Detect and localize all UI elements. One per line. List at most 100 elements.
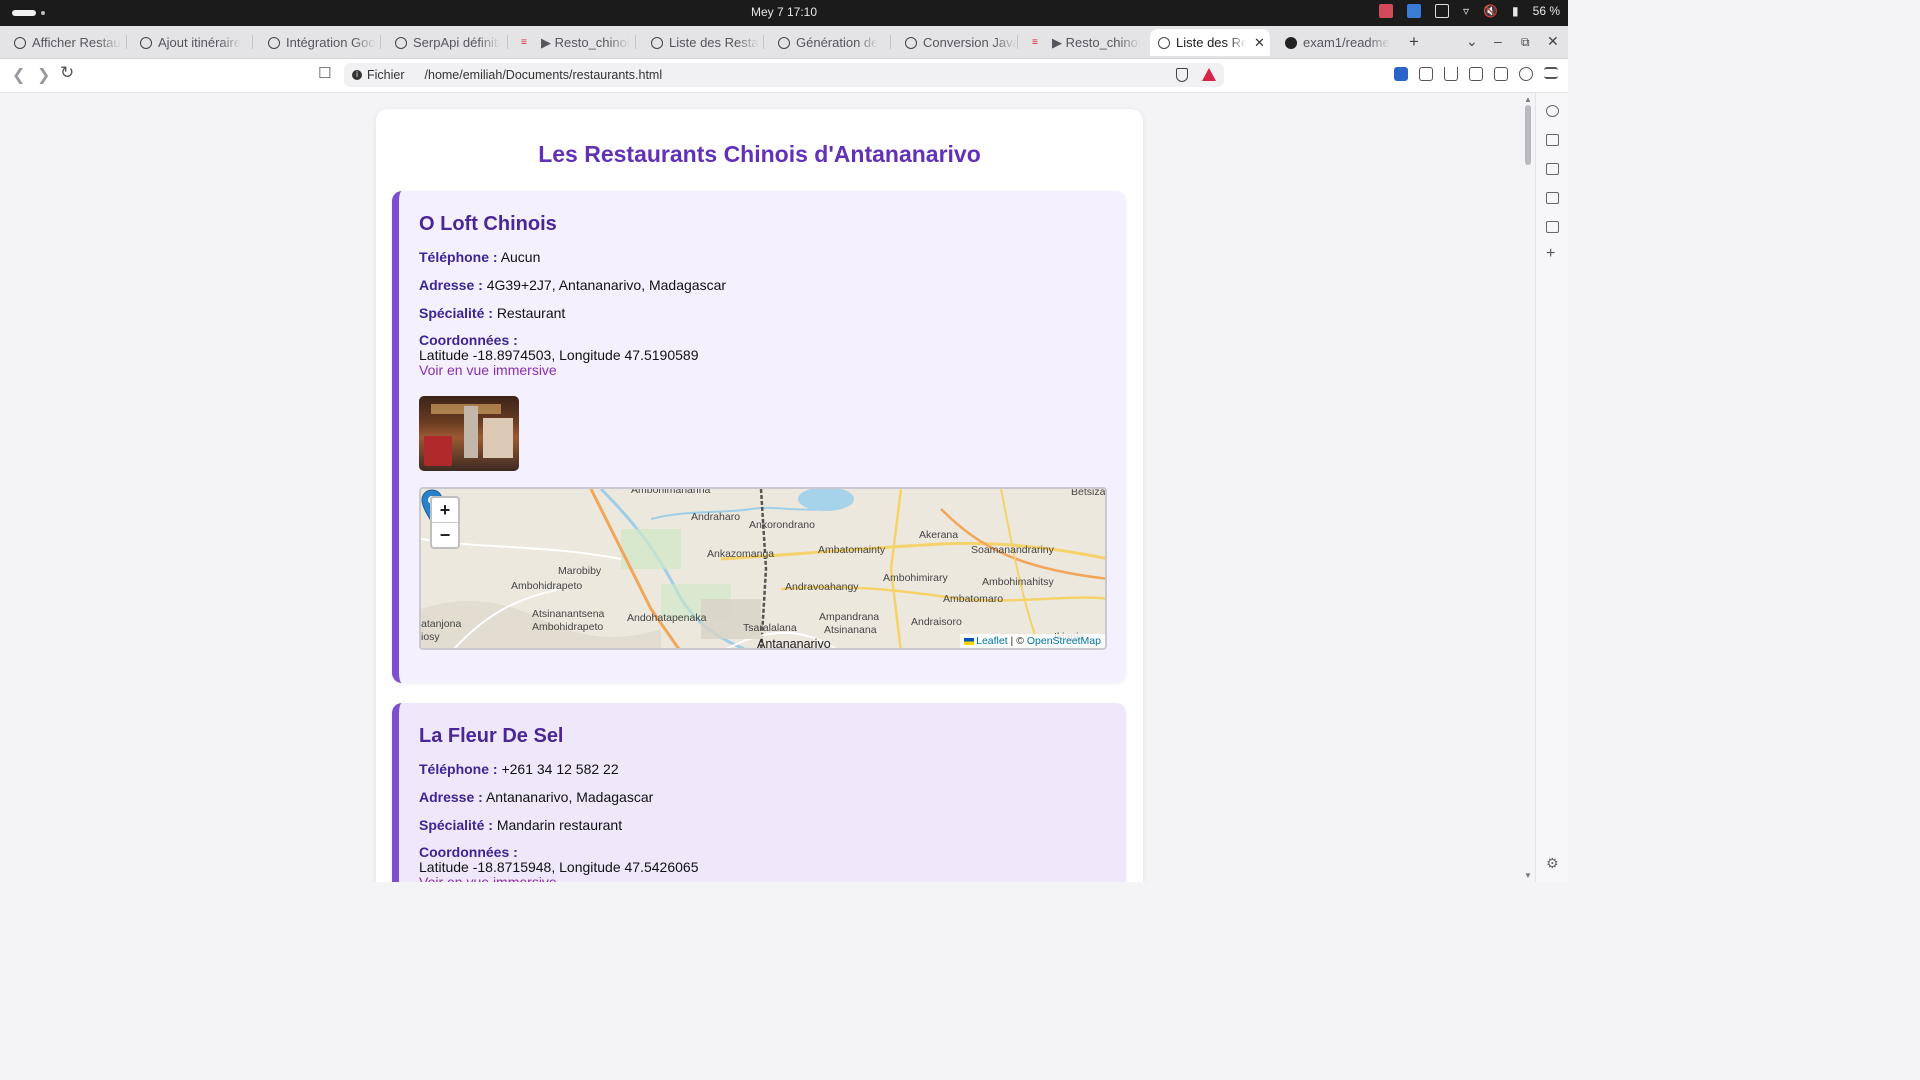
bookmark-icon[interactable]: ☐ xyxy=(318,64,331,82)
tab[interactable]: SerpApi définiti xyxy=(395,29,508,56)
tab[interactable]: Conversion Java xyxy=(905,29,1018,56)
battery-level: 56 % xyxy=(1532,4,1560,18)
restore-icon[interactable]: ⧉ xyxy=(1521,35,1530,50)
chatgpt-icon xyxy=(778,36,790,49)
brave-shield-icon[interactable] xyxy=(1176,68,1188,82)
specialty-value: Mandarin restaurant xyxy=(496,817,623,833)
media-icon[interactable] xyxy=(1546,134,1559,146)
map-place-label: Atsinanantsena xyxy=(532,608,605,620)
scroll-thumb[interactable] xyxy=(1525,105,1531,165)
zoom-in-button[interactable]: + xyxy=(432,498,458,522)
tab[interactable]: exam1/readme xyxy=(1285,29,1397,56)
screen-share-icon[interactable] xyxy=(1435,4,1450,18)
restaurant-name: La Fleur De Sel xyxy=(419,725,564,747)
battery-icon: ▮ xyxy=(1512,4,1519,18)
map-place-label: Ankorondrano xyxy=(749,519,815,531)
phone-row: Téléphone : +261 34 12 582 22 xyxy=(419,761,619,777)
download-indicator-icon[interactable] xyxy=(1407,4,1422,18)
map-place-label: Soamanandrariny xyxy=(971,544,1054,556)
attribution-separator: | © xyxy=(1007,635,1027,647)
address-bar[interactable]: i Fichier /home/emiliah/Documents/restau… xyxy=(344,63,1224,87)
tab-title: Liste des Re xyxy=(1176,35,1246,50)
add-panel-icon[interactable]: + xyxy=(1546,245,1555,263)
restaurant-name: O Loft Chinois xyxy=(419,213,557,235)
map-place-label: Ambohidrapeto xyxy=(511,580,583,592)
menu-icon[interactable] xyxy=(1544,67,1558,79)
tab[interactable]: ≡ ▶ Resto_chinoi xyxy=(521,29,636,56)
phone-label: Téléphone : xyxy=(419,249,498,265)
scroll-up-icon[interactable]: ▲ xyxy=(1524,95,1532,104)
immersive-view-link[interactable]: Voir en vue immersive xyxy=(419,363,698,378)
phone-label: Téléphone : xyxy=(419,761,498,777)
leaflet-map[interactable]: Ambohimanarina Betsizaraina Andraharo An… xyxy=(419,487,1107,650)
back-icon[interactable]: ❮ xyxy=(12,65,25,85)
map-city-label: Antananarivo xyxy=(757,637,831,650)
tab[interactable]: Ajout itinéraire xyxy=(140,29,253,56)
globe-icon xyxy=(651,36,663,49)
tab[interactable]: Afficher Restau xyxy=(14,29,127,56)
app-indicator-icon[interactable] xyxy=(1379,4,1394,18)
address-row: Adresse : Antananarivo, Madagascar xyxy=(419,789,653,805)
tab[interactable]: Génération de xyxy=(778,29,891,56)
extensions-puzzle-icon[interactable] xyxy=(1419,67,1433,81)
chatgpt-icon xyxy=(14,36,26,49)
map-place-label: Atsinanana xyxy=(824,624,877,636)
downloads-icon[interactable] xyxy=(1444,67,1458,81)
url-text[interactable]: /home/emiliah/Documents/restaurants.html xyxy=(425,68,663,82)
map-place-label: Marobiby xyxy=(558,565,602,577)
wallet-icon[interactable] xyxy=(1494,67,1508,81)
minimize-icon[interactable]: – xyxy=(1494,33,1502,49)
new-tab-button[interactable]: + xyxy=(1409,32,1419,52)
coordinates-label: Coordonnées : xyxy=(419,332,518,348)
address-label: Adresse : xyxy=(419,789,483,805)
close-tab-icon[interactable]: ✕ xyxy=(1254,35,1265,51)
map-place-label: Ankazomanga xyxy=(707,548,775,560)
immersive-view-link[interactable]: Voir en vue immersive xyxy=(419,875,698,883)
sidebar-toggle-icon[interactable] xyxy=(1469,67,1483,81)
tab-title: ▶ Resto_chinoi xyxy=(1052,34,1141,50)
page-viewport[interactable]: Les Restaurants Chinois d'Antananarivo O… xyxy=(0,93,1521,882)
leo-assistant-icon[interactable] xyxy=(1546,105,1559,117)
tab[interactable]: Intégration Goo xyxy=(268,29,381,56)
page-scrollbar[interactable]: ▲ ▼ xyxy=(1521,93,1535,882)
restaurant-photo[interactable] xyxy=(419,396,519,471)
settings-gear-icon[interactable]: ⚙ xyxy=(1546,855,1559,872)
photo-doorway xyxy=(483,418,513,458)
globe-icon xyxy=(1158,36,1170,49)
ukraine-flag-icon xyxy=(964,637,975,645)
leaflet-link[interactable]: Leaflet xyxy=(976,635,1008,647)
close-window-icon[interactable]: ✕ xyxy=(1547,33,1559,50)
coordinates-value: Latitude -18.8715948, Longitude 47.54260… xyxy=(419,859,699,875)
map-place-label: Andravoahangy xyxy=(785,581,859,593)
tab-title: SerpApi définiti xyxy=(413,35,501,50)
reading-list-icon[interactable] xyxy=(1546,221,1559,233)
address-value: Antananarivo, Madagascar xyxy=(485,789,654,805)
tab[interactable]: Liste des Resta xyxy=(651,29,764,56)
coordinates-value: Latitude -18.8974503, Longitude 47.51905… xyxy=(419,347,699,363)
scroll-down-icon[interactable]: ▼ xyxy=(1524,871,1532,880)
system-tray[interactable]: ▿ 🔇 ▮ 56 % xyxy=(1379,4,1560,18)
map-park xyxy=(621,529,681,569)
forward-icon[interactable]: ❯ xyxy=(37,65,50,85)
specialty-row: Spécialité : Mandarin restaurant xyxy=(419,817,622,833)
reload-icon[interactable]: ↻ xyxy=(60,63,74,83)
youtube-icon: ≡ xyxy=(1032,36,1038,48)
bookmarks-panel-icon[interactable] xyxy=(1546,192,1559,204)
map-place-label: Akerana xyxy=(919,529,959,541)
tab[interactable]: ≡ ▶ Resto_chinoi xyxy=(1032,29,1144,56)
extension-download-icon[interactable] xyxy=(1394,67,1408,81)
os-clock[interactable]: Mey 7 17:10 xyxy=(0,5,1568,19)
tab-list-chevron-icon[interactable]: ⌄ xyxy=(1466,33,1478,50)
specialty-value: Restaurant xyxy=(496,305,566,321)
wallet-panel-icon[interactable] xyxy=(1546,163,1559,175)
content-container: Les Restaurants Chinois d'Antananarivo O… xyxy=(376,109,1143,882)
site-info-button[interactable]: i Fichier xyxy=(344,68,413,82)
tab-active[interactable]: Liste des Re ✕ xyxy=(1150,29,1270,56)
brave-rewards-icon[interactable] xyxy=(1202,68,1216,81)
leo-ai-icon[interactable] xyxy=(1519,67,1533,81)
toolbar-actions xyxy=(1394,67,1558,81)
openstreetmap-link[interactable]: OpenStreetMap xyxy=(1027,635,1101,647)
zoom-out-button[interactable]: − xyxy=(432,522,458,547)
info-icon: i xyxy=(352,70,362,80)
chatgpt-icon xyxy=(395,36,407,49)
